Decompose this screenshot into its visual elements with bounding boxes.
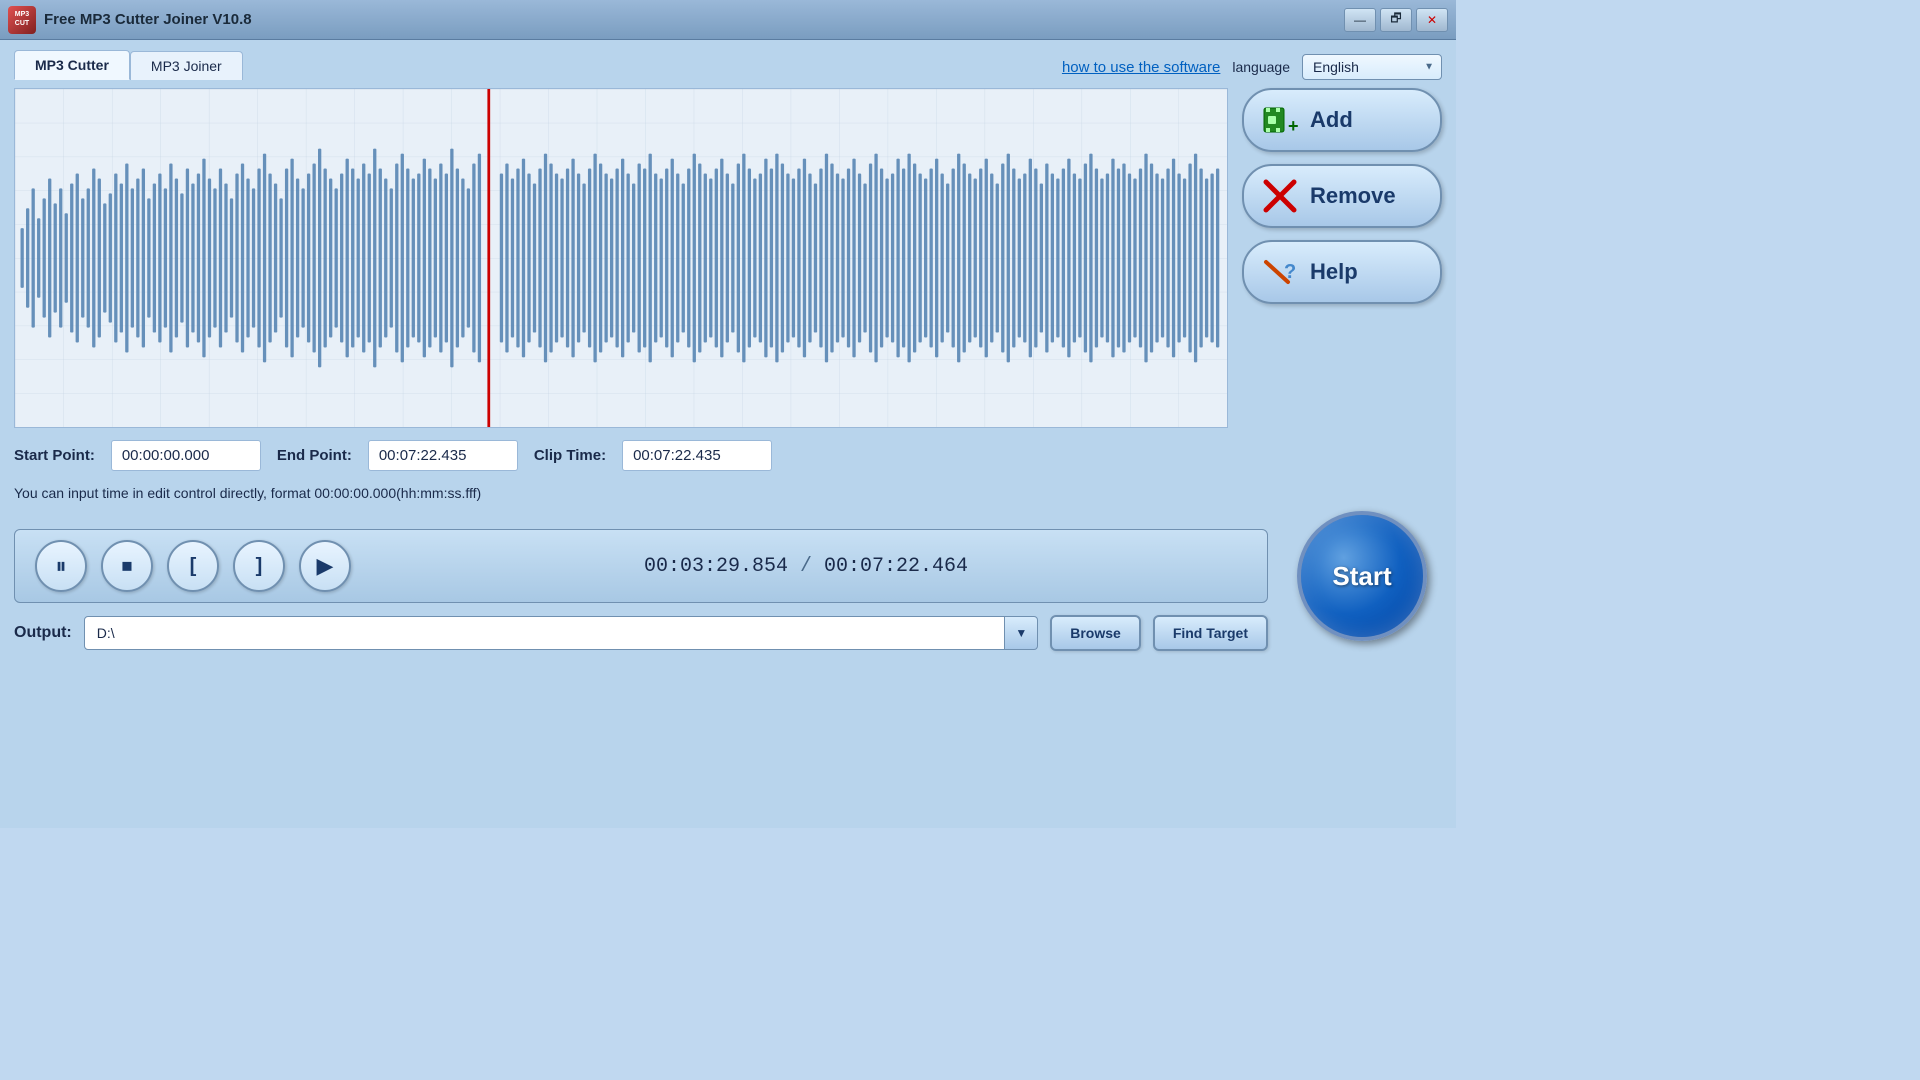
top-right: how to use the software language English… bbox=[1062, 54, 1442, 80]
title-bar-left: MP3 CUT Free MP3 Cutter Joiner V10.8 bbox=[8, 6, 252, 34]
play-icon: ▶ bbox=[317, 553, 334, 579]
start-mark-icon: [ bbox=[190, 555, 197, 578]
help-button[interactable]: ? Help bbox=[1242, 240, 1442, 304]
time-inputs-row: Start Point: End Point: Clip Time: bbox=[14, 436, 1442, 475]
waveform-container[interactable] bbox=[14, 88, 1228, 428]
remove-button[interactable]: Remove bbox=[1242, 164, 1442, 228]
output-row: Output: ▼ Browse Find Target bbox=[14, 615, 1268, 651]
stop-button[interactable]: ⏹ bbox=[101, 540, 153, 592]
end-mark-button[interactable]: ] bbox=[233, 540, 285, 592]
app-title: Free MP3 Cutter Joiner V10.8 bbox=[44, 11, 252, 28]
top-bar: MP3 Cutter MP3 Joiner how to use the sof… bbox=[14, 50, 1442, 80]
output-dropdown-button[interactable]: ▼ bbox=[1005, 616, 1038, 650]
clip-time-label: Clip Time: bbox=[534, 447, 606, 464]
time-display: 00:03:29.854 / 00:07:22.464 bbox=[365, 555, 1247, 578]
play-button[interactable]: ▶ bbox=[299, 540, 351, 592]
minimize-button[interactable]: — bbox=[1344, 8, 1376, 32]
svg-text:+: + bbox=[1288, 116, 1298, 136]
current-time: 00:03:29.854 bbox=[644, 555, 788, 578]
help-icon-btn: ? bbox=[1262, 254, 1298, 290]
end-point-input[interactable] bbox=[368, 440, 518, 471]
add-label: Add bbox=[1310, 107, 1353, 133]
language-select[interactable]: English Chinese Spanish French German bbox=[1302, 54, 1442, 80]
close-button[interactable]: ✕ bbox=[1416, 8, 1448, 32]
hint-text: You can input time in edit control direc… bbox=[14, 483, 1442, 503]
help-label: Help bbox=[1310, 259, 1358, 285]
pause-icon: ⏸ bbox=[55, 553, 66, 579]
maximize-button[interactable]: 🗗 bbox=[1380, 8, 1412, 32]
window-controls: — 🗗 ✕ bbox=[1344, 8, 1448, 32]
help-link[interactable]: how to use the software bbox=[1062, 59, 1220, 76]
app-icon: MP3 CUT bbox=[8, 6, 36, 34]
browse-button[interactable]: Browse bbox=[1050, 615, 1141, 651]
tab-mp3-cutter[interactable]: MP3 Cutter bbox=[14, 50, 130, 80]
tab-mp3-joiner[interactable]: MP3 Joiner bbox=[130, 51, 243, 80]
output-label: Output: bbox=[14, 624, 72, 642]
start-button[interactable]: Start bbox=[1297, 511, 1427, 641]
svg-text:?: ? bbox=[1284, 261, 1296, 283]
start-point-input[interactable] bbox=[111, 440, 261, 471]
tabs: MP3 Cutter MP3 Joiner bbox=[14, 50, 243, 80]
end-point-label: End Point: bbox=[277, 447, 352, 464]
start-mark-button[interactable]: [ bbox=[167, 540, 219, 592]
language-selector-wrapper: English Chinese Spanish French German bbox=[1302, 54, 1442, 80]
right-buttons: + Add Remove ? bbox=[1242, 88, 1442, 304]
main-content: MP3 Cutter MP3 Joiner how to use the sof… bbox=[0, 40, 1456, 828]
add-button[interactable]: + Add bbox=[1242, 88, 1442, 152]
remove-icon bbox=[1262, 178, 1298, 214]
end-mark-icon: ] bbox=[256, 555, 263, 578]
stop-icon: ⏹ bbox=[121, 553, 132, 579]
output-input-wrapper: ▼ bbox=[84, 616, 1038, 650]
title-bar: MP3 CUT Free MP3 Cutter Joiner V10.8 — 🗗… bbox=[0, 0, 1456, 40]
waveform-svg bbox=[15, 89, 1227, 427]
bottom-left: ⏸ ⏹ [ ] ▶ 00:03:29.854 / 00:07:22.464 bbox=[14, 529, 1268, 651]
bottom-area: ⏸ ⏹ [ ] ▶ 00:03:29.854 / 00:07:22.464 bbox=[14, 511, 1442, 651]
find-target-button[interactable]: Find Target bbox=[1153, 615, 1268, 651]
start-point-label: Start Point: bbox=[14, 447, 95, 464]
remove-label: Remove bbox=[1310, 183, 1396, 209]
pause-button[interactable]: ⏸ bbox=[35, 540, 87, 592]
add-icon: + bbox=[1262, 102, 1298, 138]
output-path-input[interactable] bbox=[84, 616, 1006, 650]
language-label: language bbox=[1232, 59, 1290, 75]
time-separator: / bbox=[800, 555, 812, 578]
total-time: 00:07:22.464 bbox=[824, 555, 968, 578]
waveform-section: + Add Remove ? bbox=[14, 88, 1442, 428]
clip-time-input[interactable] bbox=[622, 440, 772, 471]
playback-section: ⏸ ⏹ [ ] ▶ 00:03:29.854 / 00:07:22.464 bbox=[14, 529, 1268, 603]
